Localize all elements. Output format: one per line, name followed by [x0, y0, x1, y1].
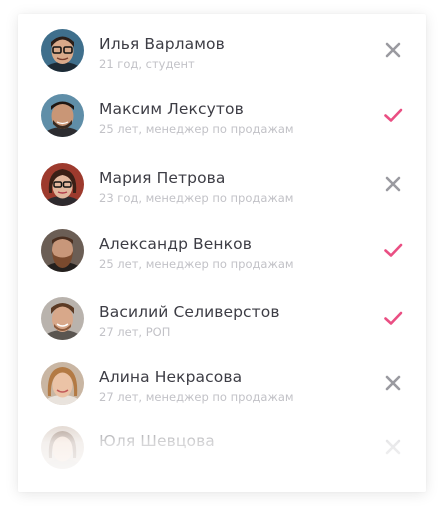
candidate-name: Юля Шевцова — [99, 432, 215, 450]
accept-button[interactable] — [382, 104, 404, 126]
candidate-subtitle: 25 лет, менеджер по продажам — [99, 122, 294, 136]
check-icon — [384, 108, 403, 122]
avatar — [41, 163, 84, 206]
list-item[interactable]: Максим Лексутов 25 лет, менеджер по прод… — [18, 80, 426, 144]
candidate-list-card: Илья Варламов 21 год, студент Максим Лек… — [18, 14, 426, 492]
candidate-subtitle: 25 лет, менеджер по продажам — [99, 257, 294, 271]
list-item[interactable]: Мария Петрова 23 год, менеджер по продаж… — [18, 149, 426, 213]
close-icon — [385, 42, 401, 58]
candidate-subtitle: 27 лет, РОП — [99, 325, 171, 339]
list-item[interactable]: Юля Шевцова — [18, 412, 426, 476]
avatar — [41, 94, 84, 137]
accept-button[interactable] — [382, 307, 404, 329]
candidate-name: Александр Венков — [99, 235, 252, 253]
check-icon — [384, 311, 403, 325]
list-item[interactable]: Василий Селиверстов 27 лет, РОП — [18, 283, 426, 347]
close-icon — [385, 439, 401, 455]
close-icon — [385, 176, 401, 192]
accept-button[interactable] — [382, 239, 404, 261]
avatar — [41, 297, 84, 340]
reject-button[interactable] — [382, 173, 404, 195]
candidate-subtitle: 23 год, менеджер по продажам — [99, 191, 294, 205]
candidate-name: Василий Селиверстов — [99, 303, 280, 321]
reject-button[interactable] — [382, 436, 404, 458]
candidate-name: Мария Петрова — [99, 169, 226, 187]
candidate-name: Максим Лексутов — [99, 100, 244, 118]
list-item[interactable]: Александр Венков 25 лет, менеджер по про… — [18, 215, 426, 279]
avatar — [41, 29, 84, 72]
candidate-subtitle: 21 год, студент — [99, 57, 195, 71]
list-item[interactable]: Алина Некрасова 27 лет, менеджер по прод… — [18, 348, 426, 412]
avatar — [41, 229, 84, 272]
reject-button[interactable] — [382, 372, 404, 394]
avatar — [41, 362, 84, 405]
list-item[interactable]: Илья Варламов 21 год, студент — [18, 15, 426, 79]
reject-button[interactable] — [382, 39, 404, 61]
close-icon — [385, 375, 401, 391]
candidate-name: Алина Некрасова — [99, 368, 243, 386]
candidate-name: Илья Варламов — [99, 35, 225, 53]
check-icon — [384, 243, 403, 257]
avatar — [41, 426, 84, 469]
candidate-subtitle: 27 лет, менеджер по продажам — [99, 390, 294, 404]
